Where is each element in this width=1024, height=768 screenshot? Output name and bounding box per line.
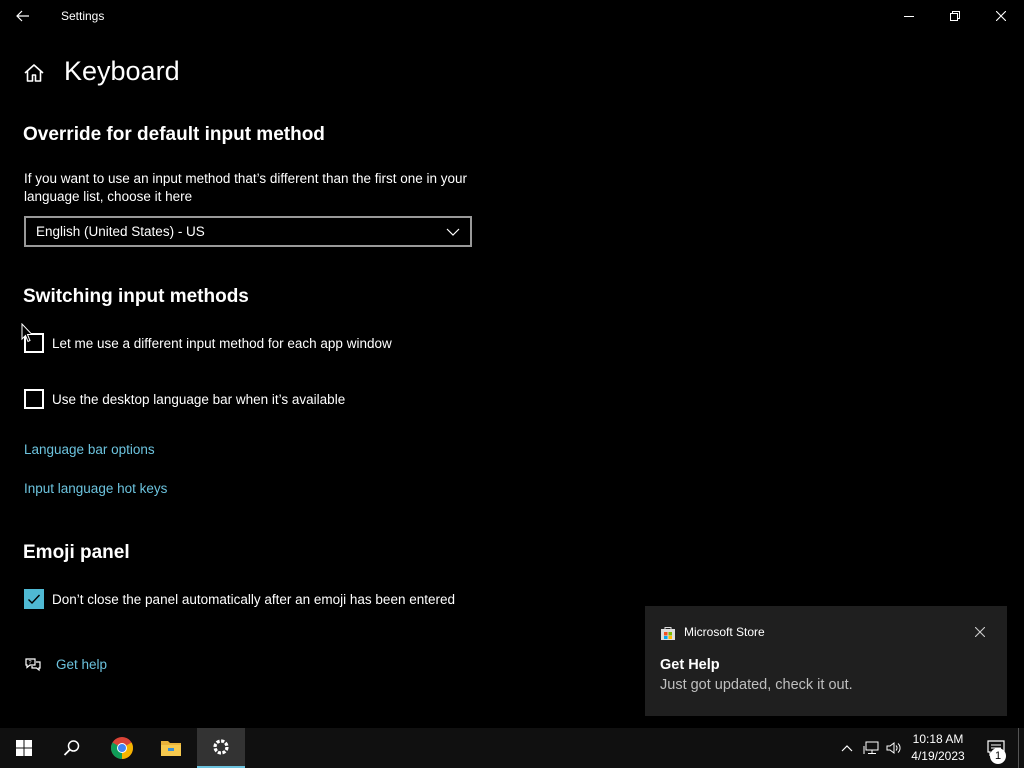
chrome-taskbar-button[interactable]	[98, 728, 146, 768]
network-icon	[863, 741, 879, 754]
back-arrow-icon	[16, 10, 29, 22]
mouse-pointer-icon	[21, 323, 33, 343]
toast-notification[interactable]: Microsoft Store Get Help Just got update…	[645, 606, 1007, 716]
close-button[interactable]	[978, 0, 1024, 32]
network-tray-button[interactable]	[862, 738, 880, 758]
emoji-panel-checkbox[interactable]	[24, 589, 44, 609]
close-icon	[975, 627, 985, 637]
chevron-up-icon	[841, 745, 853, 752]
toast-close-button[interactable]	[971, 623, 989, 641]
language-bar-option[interactable]: Use the desktop language bar when it’s a…	[24, 389, 345, 409]
window-title: Settings	[61, 9, 105, 23]
show-desktop-button[interactable]	[1018, 728, 1024, 768]
clock[interactable]: 10:18 AM 4/19/2023	[905, 731, 971, 767]
speaker-icon	[886, 742, 901, 754]
language-bar-options-link[interactable]: Language bar options	[24, 442, 155, 457]
checkmark-icon	[28, 594, 41, 605]
close-icon	[996, 11, 1006, 21]
file-explorer-taskbar-button[interactable]	[147, 728, 195, 768]
dropdown-value: English (United States) - US	[36, 224, 205, 239]
language-bar-label: Use the desktop language bar when it’s a…	[52, 391, 346, 407]
override-heading: Override for default input method	[23, 124, 325, 145]
chevron-down-icon	[446, 228, 460, 236]
minimize-icon	[904, 16, 914, 17]
emoji-heading: Emoji panel	[23, 542, 130, 563]
folder-icon	[161, 741, 181, 756]
per-app-input-option[interactable]: Let me use a different input method for …	[24, 333, 392, 353]
emoji-panel-option[interactable]: Don’t close the panel automatically afte…	[24, 589, 455, 609]
restore-button[interactable]	[932, 0, 978, 32]
switching-heading: Switching input methods	[23, 286, 249, 307]
notification-count-badge: 1	[990, 748, 1006, 764]
show-hidden-icons-button[interactable]	[838, 738, 856, 758]
search-icon	[63, 740, 80, 756]
per-app-input-label: Let me use a different input method for …	[52, 335, 392, 351]
toast-app-name: Microsoft Store	[684, 625, 765, 639]
chrome-icon	[111, 737, 133, 759]
get-help-link[interactable]: Get help	[56, 657, 107, 672]
title-bar: Settings	[0, 0, 1024, 32]
back-button[interactable]	[0, 0, 46, 32]
input-method-dropdown[interactable]: English (United States) - US	[24, 216, 472, 247]
hot-keys-link[interactable]: Input language hot keys	[24, 481, 167, 496]
home-icon[interactable]	[22, 61, 46, 85]
toast-body: Just got updated, check it out.	[660, 677, 853, 693]
volume-tray-button[interactable]	[885, 738, 903, 758]
windows-logo-icon	[16, 740, 32, 756]
svg-text:?: ?	[29, 660, 32, 666]
settings-taskbar-button[interactable]	[197, 728, 245, 768]
clock-time: 10:18 AM	[912, 732, 964, 746]
override-description: If you want to use an input method that’…	[24, 171, 468, 204]
clock-date: 4/19/2023	[911, 749, 965, 763]
page-title: Keyboard	[64, 56, 180, 86]
language-bar-checkbox[interactable]	[24, 389, 44, 409]
search-button[interactable]	[48, 728, 96, 768]
microsoft-store-icon	[661, 627, 675, 640]
gear-icon	[213, 739, 229, 755]
restore-icon	[950, 11, 960, 21]
toast-title: Get Help	[660, 657, 720, 673]
emoji-panel-label: Don’t close the panel automatically afte…	[52, 591, 455, 607]
help-chat-icon: ?	[25, 658, 41, 672]
minimize-button[interactable]	[886, 0, 932, 32]
taskbar: 10:18 AM 4/19/2023	[0, 728, 1024, 768]
start-button[interactable]	[0, 728, 48, 768]
